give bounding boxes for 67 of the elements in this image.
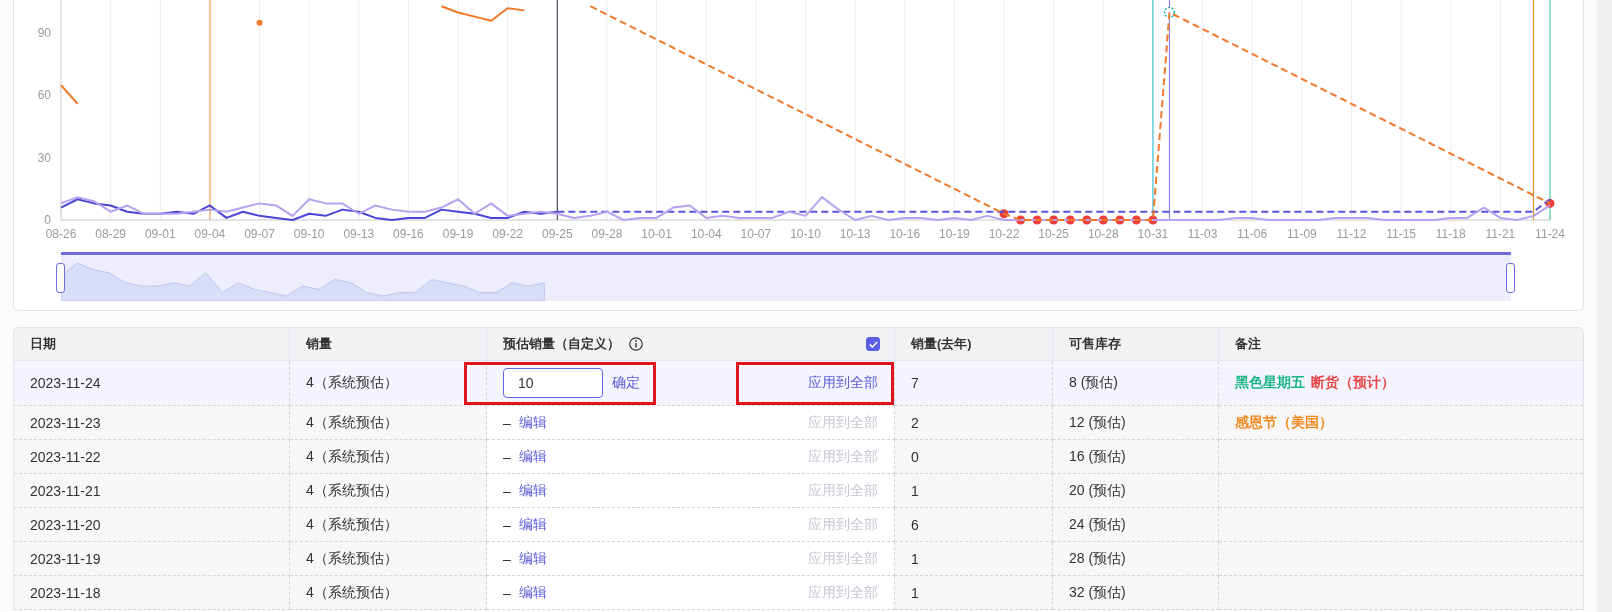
column-header: 可售库存: [1069, 335, 1121, 353]
axis-label: 60: [37, 88, 51, 103]
axis-label: 10-13: [839, 227, 871, 241]
table-row[interactable]: 2023-11-24 4（系统预估） 10 确定 应用到全部 7 8 (预估) 黑色星期五 断货（预计）: [14, 361, 1583, 406]
axis-label: 11-15: [1386, 227, 1416, 241]
note-text: 断货（预计）: [1311, 374, 1395, 392]
column-header: 日期: [30, 335, 56, 353]
axis-label: 11-18: [1435, 227, 1466, 241]
table-cell: 2023-11-18: [14, 576, 290, 610]
axis-label: 11-12: [1336, 227, 1367, 241]
slider-handle[interactable]: [1506, 263, 1515, 293]
empty-value-text: –: [503, 550, 511, 567]
axis-label: 11-09: [1286, 227, 1317, 241]
column-header: 预估销量（自定义）: [503, 335, 620, 353]
axis-label: 09-07: [244, 227, 275, 241]
axis-label: 10-04: [690, 227, 722, 241]
axis-label: 09-19: [442, 227, 474, 241]
column-header: 销量: [306, 335, 332, 353]
axis-label: 10-19: [939, 227, 970, 241]
axis-label: 08-29: [95, 227, 126, 241]
axis-label: 10-10: [790, 227, 821, 241]
axis-label: 90: [37, 26, 51, 41]
edit-link[interactable]: 编辑: [518, 413, 547, 432]
axis-label: 10-28: [1087, 227, 1119, 241]
axis-label: 09-25: [542, 227, 573, 241]
empty-value-text: –: [503, 448, 511, 465]
checkmark-icon: [868, 340, 878, 348]
empty-value-text: –: [503, 516, 511, 533]
column-header: 销量(去年): [911, 335, 972, 353]
axis-label: 10-31: [1137, 227, 1169, 241]
axis-label: 09-10: [293, 227, 325, 241]
note-text: 感恩节（美国）: [1235, 413, 1333, 432]
axis-label: 09-22: [492, 227, 524, 241]
empty-value-text: –: [503, 584, 511, 601]
axis-label: 10-25: [1038, 227, 1069, 241]
edit-link[interactable]: 编辑: [518, 583, 547, 602]
axis-label: 09-04: [194, 227, 226, 241]
axis-label: 09-28: [591, 227, 623, 241]
checkbox[interactable]: [866, 337, 880, 351]
axis-label: 10-16: [889, 227, 921, 241]
input-field[interactable]: 10: [503, 368, 603, 398]
edit-link[interactable]: 编辑: [518, 481, 547, 500]
column-header: 备注: [1235, 335, 1261, 353]
axis-label: 30: [37, 150, 51, 165]
axis-label: 09-01: [144, 227, 176, 241]
axis-label: 10-07: [740, 227, 772, 241]
confirm-button[interactable]: 确定: [612, 374, 640, 392]
apply-all-button[interactable]: 应用到全部: [808, 374, 878, 392]
axis-label: 10-22: [988, 227, 1020, 241]
axis-label: 10-01: [641, 227, 672, 241]
empty-value-text: –: [503, 414, 511, 431]
axis-label: 11-03: [1187, 227, 1218, 241]
axis-label: 11-24: [1535, 227, 1565, 241]
table-cell: 32 (预估): [1053, 576, 1219, 610]
axis-label: 08-26: [45, 227, 77, 241]
edit-link[interactable]: 编辑: [518, 447, 547, 466]
edit-link[interactable]: 编辑: [518, 515, 547, 534]
empty-value-text: –: [503, 482, 511, 499]
table-cell: 1: [895, 576, 1053, 610]
axis-label: 11-21: [1485, 227, 1516, 241]
axis-label: 09-16: [393, 227, 424, 241]
axis-label: 0: [44, 213, 51, 227]
slider-handle[interactable]: [56, 263, 65, 293]
axis-label: 11-06: [1237, 227, 1268, 241]
note-text: 黑色星期五: [1235, 374, 1305, 392]
edit-link[interactable]: 编辑: [518, 549, 547, 568]
axis-label: 09-13: [343, 227, 375, 241]
